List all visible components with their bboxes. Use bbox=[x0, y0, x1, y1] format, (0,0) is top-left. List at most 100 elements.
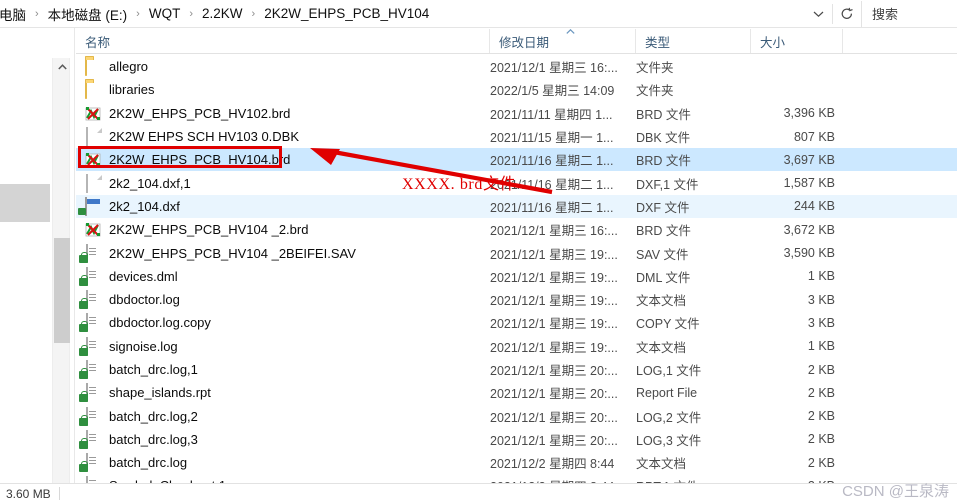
file-date-cell: 2021/11/11 星期四 1... bbox=[490, 107, 613, 122]
breadcrumb-item-4[interactable]: 2K2W_EHPS_PCB_HV104 bbox=[261, 4, 432, 23]
table-row[interactable]: 2k2_104.dxf 2021/11/16 星期二 1... DXF 文件 244 … bbox=[76, 194, 957, 219]
file-name-cell[interactable]: 2k2_104.dxf bbox=[76, 195, 180, 218]
protected-file-icon bbox=[79, 360, 102, 379]
table-row[interactable]: 2K2W_EHPS_PCB_HV104 _2BEIFEI.SAV 2021/12/… bbox=[76, 241, 957, 264]
table-row[interactable]: batch_drc.log 2021/12/2 星期四 8:44 文本文档 2 KB bbox=[76, 451, 957, 474]
file-name-label: devices.dml bbox=[109, 268, 178, 284]
column-header-date[interactable]: 修改日期 bbox=[490, 29, 636, 53]
protected-file-icon bbox=[79, 313, 102, 333]
column-header-blank[interactable] bbox=[843, 29, 957, 53]
protected-file-icon bbox=[79, 383, 102, 403]
table-row[interactable]: batch_drc.log,2 2021/12/1 星期三 20:... LOG,2… bbox=[76, 404, 957, 427]
file-size-cell: 807 KB bbox=[793, 129, 835, 144]
table-row[interactable]: devices.dml 2021/12/1 星期三 19:... DML 文件 1 K… bbox=[76, 265, 957, 288]
address-bar[interactable]: 电脑 › 本地磁盘 (E:) › WQT › 2.2KW › 2K2W_EHPS… bbox=[0, 0, 957, 28]
file-name-label: dbdoctor.log bbox=[109, 292, 180, 308]
breadcrumb-item-3[interactable]: 2.2KW bbox=[199, 4, 246, 23]
breadcrumb-item-0[interactable]: 电脑 bbox=[0, 2, 29, 26]
file-name-cell[interactable]: dbdoctor.log.copy bbox=[76, 311, 211, 334]
vertical-scrollbar[interactable] bbox=[52, 58, 70, 503]
file-name-label: batch_drc.log,2 bbox=[109, 408, 198, 424]
file-date-cell: 2021/12/1 星期三 19:... bbox=[490, 294, 618, 309]
file-name-label: allegro bbox=[109, 59, 149, 75]
file-name-cell[interactable]: 2K2W_EHPS_PCB_HV104.brd bbox=[76, 148, 290, 171]
file-date-cell: 2021/12/1 星期三 19:... bbox=[490, 317, 618, 332]
file-name-cell[interactable]: 2k2_104.dxf,1 bbox=[76, 171, 191, 194]
file-list[interactable]: allegro 2021/12/1 星期三 16:... 文件夹 libraries 2… bbox=[76, 55, 957, 503]
file-size-cell: 3,396 KB bbox=[783, 106, 835, 121]
file-name-cell[interactable]: batch_drc.log,2 bbox=[76, 404, 198, 427]
table-row[interactable]: 2K2W_EHPS_PCB_HV102.brd 2021/11/11 星期四 1.… bbox=[76, 102, 957, 125]
breadcrumb[interactable]: 电脑 › 本地磁盘 (E:) › WQT › 2.2KW › 2K2W_EHPS… bbox=[0, 0, 804, 28]
column-header-type[interactable]: 类型 bbox=[636, 29, 751, 53]
table-row[interactable]: dbdoctor.log.copy 2021/12/1 星期三 19:... COP… bbox=[76, 311, 957, 334]
file-date-cell: 2021/12/1 星期三 16:... bbox=[490, 224, 618, 239]
table-row[interactable]: 2K2W_EHPS_PCB_HV104 _2.brd 2021/12/1 星期三 … bbox=[76, 218, 957, 241]
file-name-label: shape_islands.rpt bbox=[109, 385, 211, 401]
breadcrumb-item-1[interactable]: 本地磁盘 (E:) bbox=[45, 2, 131, 26]
file-name-cell[interactable]: 2K2W_EHPS_PCB_HV104 _2BEIFEI.SAV bbox=[76, 241, 356, 264]
watermark-text: CSDN @王泉涛 bbox=[842, 483, 949, 500]
table-row[interactable]: dbdoctor.log 2021/12/1 星期三 19:... 文本文档 3 KB bbox=[76, 288, 957, 311]
file-name-cell[interactable]: 2K2W EHPS SCH HV103 0.DBK bbox=[76, 125, 299, 148]
table-row[interactable]: shape_islands.rpt 2021/12/1 星期三 20:... Rep… bbox=[76, 381, 957, 404]
protected-file-icon bbox=[79, 266, 102, 286]
scroll-up-icon[interactable] bbox=[53, 58, 71, 76]
file-name-cell[interactable]: batch_drc.log,3 bbox=[76, 428, 198, 451]
document-icon bbox=[85, 127, 102, 147]
table-row[interactable]: batch_drc.log,3 2021/12/1 星期三 20:... LOG,3… bbox=[76, 428, 957, 451]
status-bar: 3.60 MB bbox=[0, 483, 957, 503]
file-name-cell[interactable]: allegro bbox=[76, 55, 148, 78]
file-type-cell: 文本文档 bbox=[636, 340, 687, 355]
annotation-text: XXXX. brd文件 bbox=[402, 176, 517, 193]
file-date-cell: 2021/12/2 星期四 8:44 bbox=[490, 457, 615, 472]
file-size-cell: 3 KB bbox=[807, 292, 835, 307]
file-date-cell: 2021/12/1 星期三 20:... bbox=[490, 410, 618, 425]
search-placeholder: 搜索 bbox=[872, 7, 899, 22]
file-type-cell: DML 文件 bbox=[636, 270, 691, 285]
file-size-cell: 1 KB bbox=[807, 269, 835, 284]
file-name-label: libraries bbox=[109, 82, 155, 98]
file-size-cell bbox=[751, 55, 835, 78]
file-type-cell: DXF,1 文件 bbox=[636, 177, 699, 192]
table-row[interactable]: signoise.log 2021/12/1 星期三 19:... 文本文档 1 KB bbox=[76, 335, 957, 358]
file-name-cell[interactable]: shape_islands.rpt bbox=[76, 381, 211, 404]
search-input[interactable]: 搜索 bbox=[861, 0, 957, 27]
file-name-label: 2K2W_EHPS_PCB_HV104 _2.brd bbox=[109, 222, 309, 238]
breadcrumb-separator-icon: › bbox=[136, 7, 140, 20]
file-name-cell[interactable]: batch_drc.log bbox=[76, 451, 187, 474]
file-name-label: 2k2_104.dxf,1 bbox=[109, 175, 191, 191]
file-name-cell[interactable]: 2K2W_EHPS_PCB_HV104 _2.brd bbox=[76, 218, 308, 241]
file-name-cell[interactable]: batch_drc.log,1 bbox=[76, 358, 198, 381]
file-name-label: 2K2W_EHPS_PCB_HV104 _2BEIFEI.SAV bbox=[109, 245, 356, 261]
refresh-icon[interactable] bbox=[833, 1, 861, 27]
table-row[interactable]: allegro 2021/12/1 星期三 16:... 文件夹 bbox=[76, 55, 957, 78]
file-type-cell: BRD 文件 bbox=[636, 107, 691, 122]
breadcrumb-item-2[interactable]: WQT bbox=[146, 4, 184, 23]
navigation-pane bbox=[0, 28, 76, 503]
file-size-cell bbox=[751, 78, 835, 101]
file-size-cell: 2 KB bbox=[807, 432, 835, 447]
file-name-cell[interactable]: libraries bbox=[76, 78, 155, 101]
protected-file-icon bbox=[79, 336, 102, 356]
protected-file-icon bbox=[79, 406, 102, 426]
file-size-cell: 244 KB bbox=[793, 199, 835, 214]
file-date-cell: 2021/12/1 星期三 19:... bbox=[490, 340, 618, 355]
file-type-cell: COPY 文件 bbox=[636, 317, 700, 332]
status-size-text: 3.60 MB bbox=[6, 486, 51, 501]
file-name-label: batch_drc.log,1 bbox=[109, 362, 198, 377]
file-name-label: 2K2W EHPS SCH HV103 0.DBK bbox=[109, 129, 300, 145]
table-row[interactable]: libraries 2022/1/5 星期三 14:09 文件夹 bbox=[76, 78, 957, 101]
column-header-size[interactable]: 大小 bbox=[751, 29, 843, 53]
chevron-down-icon[interactable] bbox=[804, 1, 832, 27]
table-row[interactable]: batch_drc.log,1 2021/12/1 星期三 20:... LOG,1… bbox=[76, 358, 957, 381]
file-name-cell[interactable]: 2K2W_EHPS_PCB_HV102.brd bbox=[76, 102, 290, 125]
column-header-name[interactable]: 名称 bbox=[76, 29, 490, 53]
scrollbar-thumb[interactable] bbox=[54, 238, 70, 343]
nav-pane-item[interactable] bbox=[0, 184, 50, 222]
file-name-cell[interactable]: devices.dml bbox=[76, 265, 178, 288]
file-name-cell[interactable]: signoise.log bbox=[76, 335, 178, 358]
status-divider bbox=[58, 487, 60, 500]
file-name-cell[interactable]: dbdoctor.log bbox=[76, 288, 180, 311]
protected-file-icon bbox=[79, 243, 102, 263]
